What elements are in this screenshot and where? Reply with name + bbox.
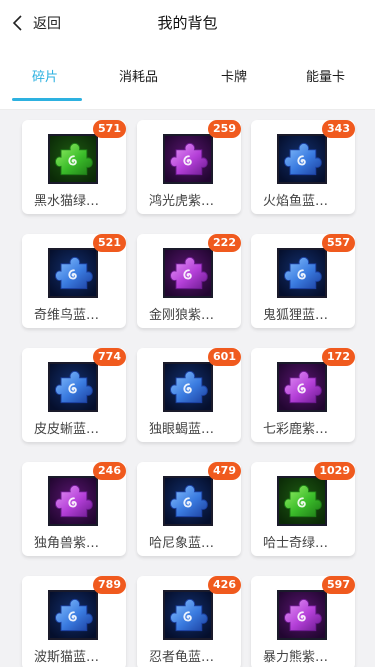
tab-energy-cards[interactable]: 能量卡: [306, 66, 345, 85]
fragment-card[interactable]: 246 独角兽紫…: [22, 462, 126, 556]
fragment-icon: [48, 362, 98, 412]
fragment-count-badge: 426: [208, 576, 241, 594]
fragment-icon: [48, 248, 98, 298]
fragment-icon: [277, 248, 327, 298]
fragment-icon: [48, 134, 98, 184]
fragment-count-badge: 521: [93, 234, 126, 252]
fragment-card[interactable]: 343 火焰鱼蓝…: [251, 120, 355, 214]
fragment-name: 七彩鹿紫…: [263, 422, 329, 437]
fragment-card[interactable]: 601 独眼蝎蓝…: [137, 348, 241, 442]
fragment-card[interactable]: 789 波斯猫蓝…: [22, 576, 126, 667]
fragment-name: 金刚狼紫…: [149, 308, 215, 323]
fragment-card[interactable]: 259 鸿光虎紫…: [137, 120, 241, 214]
active-tab-indicator: [12, 98, 82, 101]
fragment-name: 鬼狐狸蓝…: [263, 308, 329, 323]
fragment-count-badge: 571: [93, 120, 126, 138]
fragment-icon: [277, 134, 327, 184]
fragment-count-badge: 259: [208, 120, 241, 138]
fragment-card[interactable]: 222 金刚狼紫…: [137, 234, 241, 328]
fragment-count-badge: 601: [208, 348, 241, 366]
fragment-count-badge: 597: [322, 576, 355, 594]
fragment-card[interactable]: 571 黑水猫绿…: [22, 120, 126, 214]
tab-consumables[interactable]: 消耗品: [119, 66, 158, 85]
fragment-card[interactable]: 172 七彩鹿紫…: [251, 348, 355, 442]
tab-bar: 碎片 消耗品 卡牌 能量卡: [0, 46, 375, 110]
fragment-icon: [163, 134, 213, 184]
fragment-name: 暴力熊紫…: [263, 650, 329, 665]
fragment-card[interactable]: 426 忍者龟蓝…: [137, 576, 241, 667]
fragment-count-badge: 1029: [314, 462, 355, 480]
fragment-name: 皮皮蜥蓝…: [34, 422, 100, 437]
fragment-count-badge: 557: [322, 234, 355, 252]
fragment-count-badge: 774: [93, 348, 126, 366]
fragment-name: 独眼蝎蓝…: [149, 422, 215, 437]
fragment-icon: [163, 248, 213, 298]
fragment-card[interactable]: 557 鬼狐狸蓝…: [251, 234, 355, 328]
fragment-card[interactable]: 774 皮皮蜥蓝…: [22, 348, 126, 442]
tab-fragments[interactable]: 碎片: [32, 66, 58, 85]
fragment-name: 忍者龟蓝…: [149, 650, 215, 665]
app-header: 返回 我的背包: [0, 0, 375, 46]
fragment-icon: [277, 476, 327, 526]
tab-cards[interactable]: 卡牌: [221, 66, 247, 85]
fragment-icon: [163, 590, 213, 640]
fragment-icon: [163, 476, 213, 526]
fragment-card[interactable]: 521 奇维鸟蓝…: [22, 234, 126, 328]
fragment-icon: [277, 590, 327, 640]
fragment-card[interactable]: 479 哈尼象蓝…: [137, 462, 241, 556]
fragment-name: 鸿光虎紫…: [149, 194, 215, 209]
fragment-name: 火焰鱼蓝…: [263, 194, 329, 209]
fragment-count-badge: 479: [208, 462, 241, 480]
fragment-card[interactable]: 1029 哈士奇绿…: [251, 462, 355, 556]
fragment-count-badge: 246: [93, 462, 126, 480]
fragment-name: 哈尼象蓝…: [149, 536, 215, 551]
fragment-icon: [48, 590, 98, 640]
fragment-icon: [48, 476, 98, 526]
page-title: 我的背包: [157, 14, 218, 32]
fragment-count-badge: 789: [93, 576, 126, 594]
fragment-count-badge: 172: [322, 348, 355, 366]
fragment-name: 波斯猫蓝…: [34, 650, 100, 665]
fragment-name: 奇维鸟蓝…: [34, 308, 100, 323]
fragment-count-badge: 343: [322, 120, 355, 138]
fragment-icon: [163, 362, 213, 412]
fragment-icon: [277, 362, 327, 412]
fragment-count-badge: 222: [208, 234, 241, 252]
fragment-name: 独角兽紫…: [34, 536, 100, 551]
fragment-name: 黑水猫绿…: [34, 194, 100, 209]
fragment-card[interactable]: 597 暴力熊紫…: [251, 576, 355, 667]
fragment-name: 哈士奇绿…: [263, 536, 329, 551]
